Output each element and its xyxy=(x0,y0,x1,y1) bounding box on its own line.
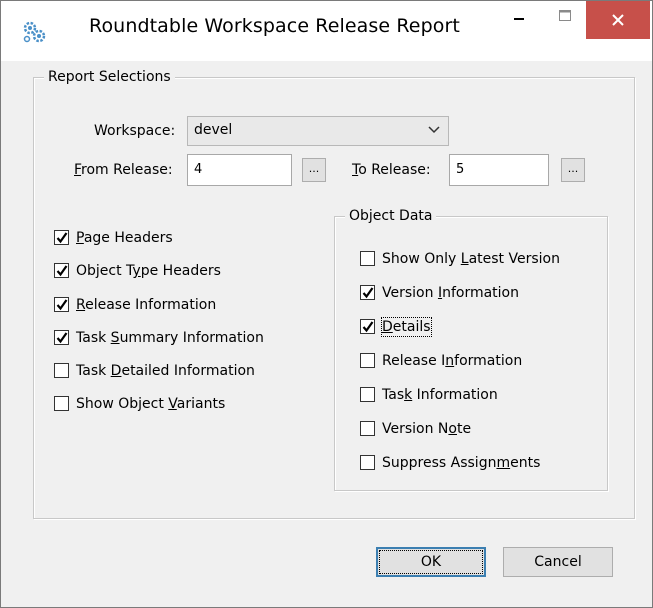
to-release-label-text: o Release: xyxy=(358,162,431,178)
object-data-legend: Object Data xyxy=(345,208,437,224)
report-selections-group: Report Selections Workspace: devel From … xyxy=(33,69,635,519)
checkbox-label: Details xyxy=(381,317,432,337)
checkbox-box xyxy=(360,455,375,470)
checkbox-box xyxy=(360,285,375,300)
checkmark-icon xyxy=(56,232,68,244)
close-icon xyxy=(612,14,624,26)
checkmark-icon xyxy=(56,332,68,344)
checkbox-label: Task Detailed Information xyxy=(76,363,255,379)
checkbox-box xyxy=(54,297,69,312)
checkbox-label: Task Summary Information xyxy=(76,330,264,346)
cancel-button[interactable]: Cancel xyxy=(503,547,613,577)
from-release-label-mnemonic: F xyxy=(74,162,82,178)
checkbox-box xyxy=(360,387,375,402)
checkmark-icon xyxy=(56,299,68,311)
checkbox-label: Release Information xyxy=(382,353,523,369)
chevron-down-icon xyxy=(428,126,440,134)
checkmark-icon xyxy=(362,287,374,299)
checkbox-label: Release Information xyxy=(76,297,217,313)
checkbox-box xyxy=(54,330,69,345)
title-bar[interactable]: Roundtable Workspace Release Report xyxy=(1,1,652,61)
close-button[interactable] xyxy=(586,1,650,39)
checkbox-box xyxy=(360,251,375,266)
focus-rect xyxy=(379,550,483,574)
from-release-browse-button[interactable]: ... xyxy=(302,158,326,182)
from-release-label-text: rom Release: xyxy=(81,162,173,178)
checkbox-box xyxy=(360,353,375,368)
checkbox-box xyxy=(360,421,375,436)
checkbox-label: Suppress Assignments xyxy=(382,455,541,471)
checkbox-box xyxy=(54,396,69,411)
maximize-button[interactable] xyxy=(542,1,588,39)
minimize-icon xyxy=(514,18,524,20)
checkmark-icon xyxy=(56,265,68,277)
to-release-label: To Release: xyxy=(352,162,431,178)
checkbox-label: Page Headers xyxy=(76,230,173,246)
to-release-input[interactable]: 5 xyxy=(449,154,549,186)
report-dialog: Roundtable Workspace Release Report Repo… xyxy=(0,0,653,608)
ok-button[interactable]: OK xyxy=(376,547,486,577)
checkbox-box xyxy=(360,319,375,334)
dialog-body: Report Selections Workspace: devel From … xyxy=(9,61,642,598)
checkbox-label: Show Only Latest Version xyxy=(382,251,560,267)
checkbox-box xyxy=(54,263,69,278)
maximize-icon xyxy=(559,10,571,21)
minimize-button[interactable] xyxy=(496,1,542,39)
window-title: Roundtable Workspace Release Report xyxy=(89,15,460,37)
from-release-label: From Release: xyxy=(74,162,173,178)
checkbox-box xyxy=(54,230,69,245)
checkbox-label: Version Information xyxy=(382,285,519,301)
checkbox-label: Object Type Headers xyxy=(76,263,221,279)
workspace-select-value: devel xyxy=(194,122,233,138)
checkmark-icon xyxy=(362,321,374,333)
checkbox-box xyxy=(54,363,69,378)
gears-icon xyxy=(23,21,46,43)
from-release-input[interactable]: 4 xyxy=(187,154,292,186)
checkbox-label: Version Note xyxy=(382,421,472,437)
workspace-select[interactable]: devel xyxy=(187,116,449,146)
checkbox-label: Task Information xyxy=(382,387,498,403)
checkbox-label: Show Object Variants xyxy=(76,396,226,412)
workspace-label: Workspace: xyxy=(94,123,176,139)
to-release-browse-button[interactable]: ... xyxy=(561,158,585,182)
report-selections-legend: Report Selections xyxy=(44,69,175,85)
object-data-group: Object Data Show Only Latest Version Ver… xyxy=(334,208,608,491)
